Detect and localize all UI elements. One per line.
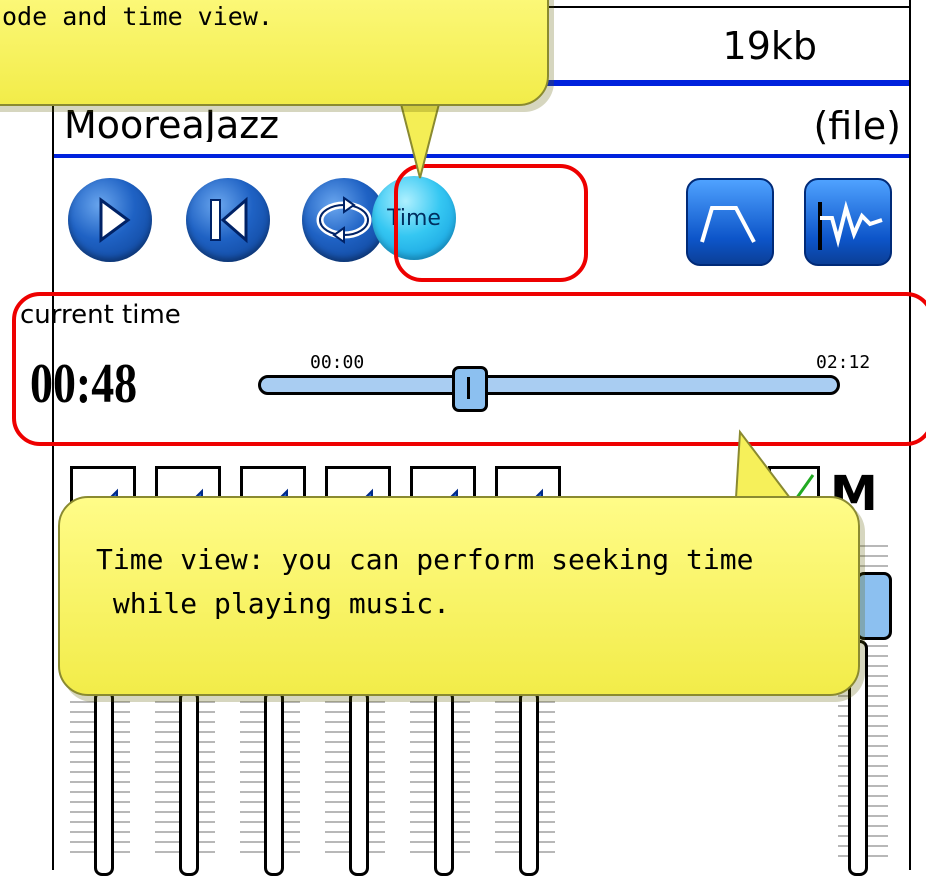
mode-tooltip: ode and time view. bbox=[0, 0, 549, 106]
callout-tails bbox=[398, 99, 793, 499]
time-view-tooltip: Time view: you can perform seeking time … bbox=[58, 496, 860, 696]
time-view-tooltip-text: Time view: you can perform seeking time … bbox=[96, 543, 754, 620]
mode-tooltip-text: ode and time view. bbox=[2, 2, 273, 31]
